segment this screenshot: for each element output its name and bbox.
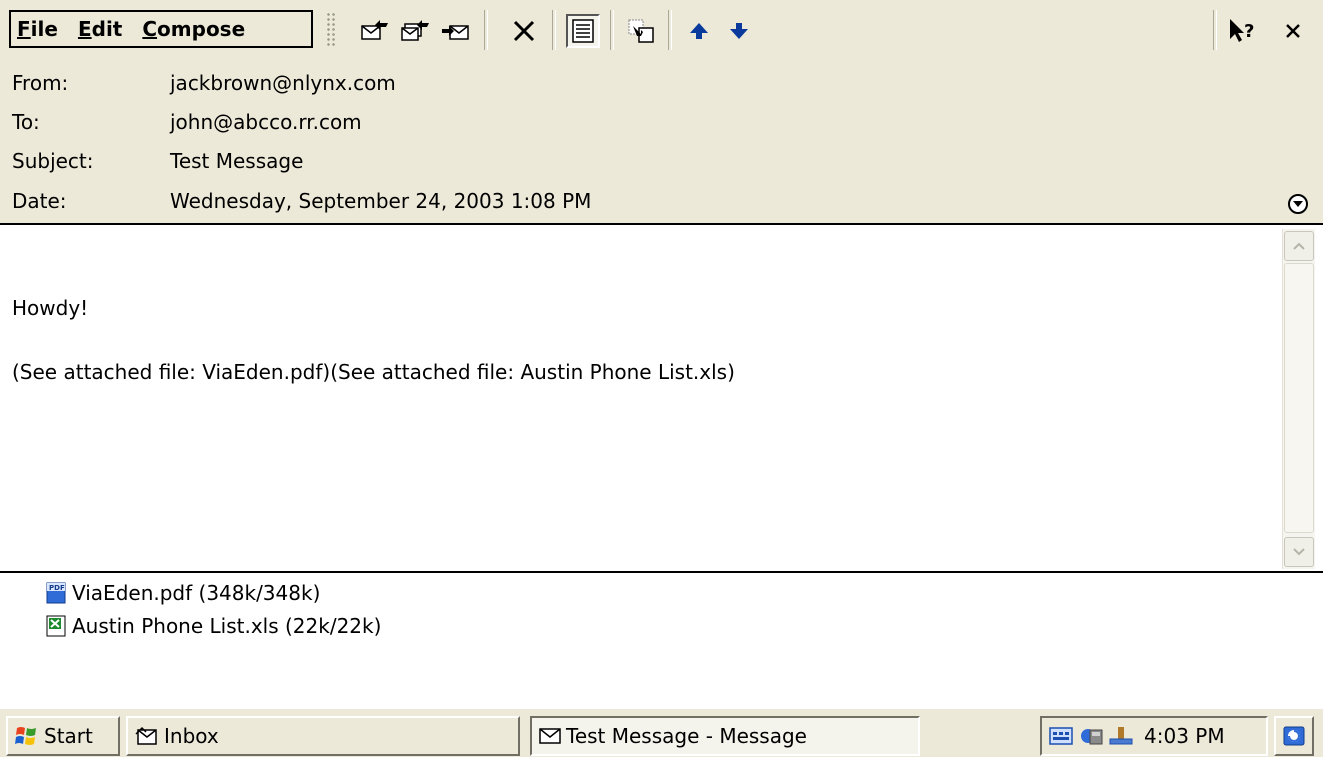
delete-button[interactable] [507, 14, 541, 48]
previous-icon [690, 23, 708, 39]
svg-text:?: ? [1244, 21, 1254, 42]
excel-file-icon [46, 615, 66, 637]
start-label: Start [44, 724, 93, 748]
previous-button[interactable] [682, 14, 716, 48]
move-button[interactable] [624, 14, 658, 48]
chevron-down-circle-icon [1288, 194, 1308, 214]
menu-bar: File Edit Compose [9, 10, 313, 48]
inbox-icon [135, 726, 157, 745]
vertical-scrollbar[interactable] [1282, 229, 1315, 569]
reply-all-button[interactable] [398, 14, 432, 48]
move-icon [628, 19, 654, 43]
menu-edit-label: dit [91, 17, 123, 41]
envelope-icon [539, 728, 561, 744]
reply-all-icon [401, 20, 429, 41]
taskbar-inbox-button[interactable]: Inbox [126, 716, 520, 756]
full-screen-button[interactable] [566, 14, 600, 48]
windows-logo-icon [15, 727, 36, 745]
delete-icon [513, 20, 535, 42]
desktop-icon [1283, 726, 1305, 746]
taskbar: Start Inbox Test Message - Message 4:03 … [0, 707, 1323, 757]
menu-file-label: ile [30, 17, 58, 41]
attachments-list: PDF ViaEden.pdf (348k/348k) Austin Phone… [0, 573, 1323, 707]
menu-file-mnemonic: F [17, 17, 31, 41]
to-label: To: [12, 110, 40, 134]
from-value[interactable]: jackbrown@nlynx.com [170, 71, 396, 95]
attachment-name: Austin Phone List.xls (22k/22k) [72, 614, 382, 638]
command-bar: File Edit Compose ? [0, 0, 1323, 66]
chevron-down-icon [1293, 548, 1305, 556]
next-button[interactable] [722, 14, 756, 48]
toolbar-separator [610, 10, 614, 50]
toolbar-separator [552, 10, 556, 50]
body-attachment-note: (See attached file: ViaEden.pdf)(See att… [12, 360, 735, 384]
attachment-item[interactable]: PDF ViaEden.pdf (348k/348k) [44, 578, 320, 608]
active-window-label: Test Message - Message [566, 724, 807, 748]
toolbar-grip[interactable] [326, 12, 336, 48]
inbox-label: Inbox [164, 724, 219, 748]
from-row: From: jackbrown@nlynx.com [12, 64, 1312, 102]
toolbar-separator [668, 10, 672, 50]
pdf-file-icon: PDF [46, 582, 66, 604]
network-icon[interactable] [1108, 724, 1134, 748]
help-icon: ? [1230, 19, 1254, 42]
attachment-item[interactable]: Austin Phone List.xls (22k/22k) [44, 611, 381, 641]
expand-header-button[interactable] [1285, 191, 1311, 217]
menu-file[interactable]: File [17, 17, 58, 41]
date-row: Date: Wednesday, September 24, 2003 1:08… [12, 182, 1312, 220]
clock[interactable]: 4:03 PM [1144, 724, 1225, 748]
next-icon [730, 23, 748, 39]
body-greeting: Howdy! [12, 296, 89, 320]
input-panel-icon[interactable] [1048, 725, 1074, 747]
menu-compose[interactable]: Compose [142, 17, 245, 41]
toolbar-separator [1213, 10, 1217, 50]
svg-text:PDF: PDF [49, 584, 65, 592]
to-value[interactable]: john@abcco.rr.com [170, 110, 362, 134]
reply-icon [361, 20, 388, 40]
subject-row: Subject: Test Message [12, 142, 1312, 180]
to-row: To: john@abcco.rr.com [12, 103, 1312, 141]
full-screen-icon [572, 19, 594, 43]
close-button[interactable] [1276, 14, 1310, 48]
taskbar-message-button[interactable]: Test Message - Message [530, 716, 920, 756]
system-tray: 4:03 PM [1040, 716, 1268, 756]
attachment-name: ViaEden.pdf (348k/348k) [72, 581, 321, 605]
menu-compose-label: ompose [157, 17, 246, 41]
message-body[interactable]: Howdy! (See attached file: ViaEden.pdf)(… [0, 225, 1323, 571]
chevron-up-icon [1293, 242, 1305, 250]
toolbar-separator [484, 10, 488, 50]
show-desktop-button[interactable] [1274, 716, 1314, 756]
menu-compose-mnemonic: C [142, 17, 158, 41]
close-icon [1286, 24, 1300, 38]
subject-value[interactable]: Test Message [170, 149, 303, 173]
subject-label: Subject: [12, 149, 94, 173]
reply-button[interactable] [358, 14, 392, 48]
scroll-up-button[interactable] [1284, 231, 1314, 261]
sync-icon[interactable] [1078, 724, 1104, 748]
date-value[interactable]: Wednesday, September 24, 2003 1:08 PM [170, 189, 591, 213]
start-button[interactable]: Start [6, 716, 120, 756]
forward-icon [442, 25, 469, 40]
scroll-thumb[interactable] [1284, 263, 1314, 533]
help-button[interactable]: ? [1226, 14, 1260, 48]
from-label: From: [12, 71, 69, 95]
menu-edit[interactable]: Edit [78, 17, 122, 41]
date-label: Date: [12, 189, 67, 213]
forward-button[interactable] [438, 14, 472, 48]
menu-edit-mnemonic: E [77, 17, 92, 41]
scroll-down-button[interactable] [1284, 537, 1314, 567]
